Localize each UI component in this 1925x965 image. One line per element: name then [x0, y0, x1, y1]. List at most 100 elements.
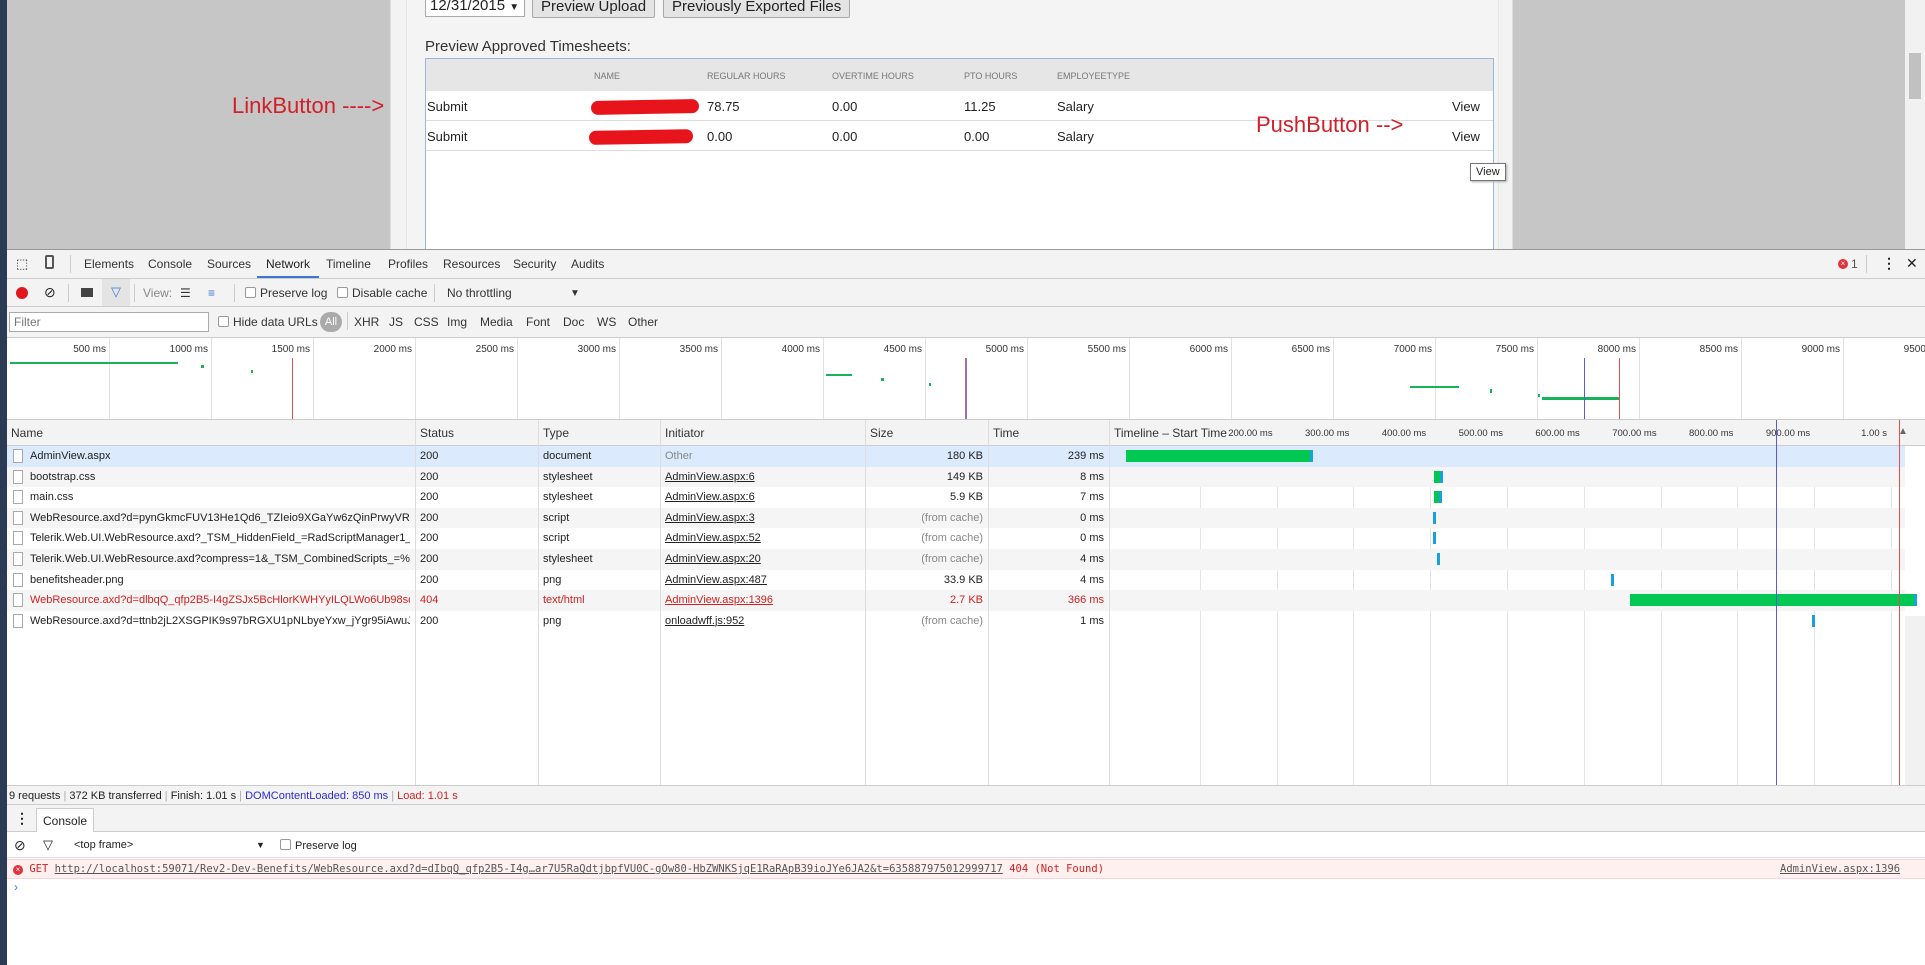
filter-media[interactable]: Media: [480, 315, 513, 329]
overview-gridline: [1435, 338, 1436, 419]
request-row[interactable]: main.css 200 stylesheet AdminView.aspx:6 5.9…: [0, 487, 1905, 508]
more-menu-icon[interactable]: ⋮: [1882, 255, 1896, 272]
request-row[interactable]: Telerik.Web.UI.WebResource.axd?_TSM_Hidd…: [0, 528, 1905, 549]
drawer-tab-console[interactable]: Console: [36, 808, 95, 832]
close-devtools-icon[interactable]: ✕: [1906, 255, 1918, 272]
date-select[interactable]: 12/31/2015 ▼: [425, 0, 525, 17]
capture-screenshots-icon[interactable]: [81, 288, 93, 297]
request-row[interactable]: benefitsheader.png 200 png AdminView.aspx:4…: [0, 570, 1905, 591]
request-type: png: [543, 573, 562, 586]
clear-console-icon[interactable]: ⊘: [14, 837, 26, 854]
timeline-bar-end: [1437, 553, 1441, 565]
request-name: WebResource.axd?d=pynGkmcFUV13He1Qd6_TZI…: [30, 511, 410, 524]
filter-js[interactable]: JS: [389, 315, 403, 329]
large-rows-icon[interactable]: ☰: [180, 286, 191, 300]
request-initiator[interactable]: AdminView.aspx:6: [665, 471, 860, 483]
request-initiator[interactable]: AdminView.aspx:1396: [665, 594, 860, 606]
filter-icon[interactable]: ▽: [102, 279, 130, 306]
overview-icon[interactable]: ≡: [208, 286, 215, 300]
request-initiator[interactable]: AdminView.aspx:487: [665, 574, 860, 586]
tab-network[interactable]: Network: [266, 257, 310, 271]
request-row[interactable]: AdminView.aspx 200 document Other 180 KB 239 …: [0, 446, 1905, 467]
request-row[interactable]: Telerik.Web.UI.WebResource.axd?compress=…: [0, 549, 1905, 570]
console-filter-icon[interactable]: ▽: [43, 837, 53, 853]
throttling-dropdown-icon[interactable]: ▼: [570, 288, 580, 299]
throttling-select[interactable]: No throttling: [447, 286, 577, 300]
preview-upload-button[interactable]: Preview Upload: [532, 0, 656, 18]
tab-resources[interactable]: Resources: [443, 257, 500, 271]
error-count-icon[interactable]: ×: [1838, 259, 1848, 269]
col-size[interactable]: Size: [870, 426, 893, 440]
clear-icon[interactable]: ⊘: [44, 284, 56, 301]
frame-select[interactable]: <top frame>: [74, 839, 133, 851]
request-type: text/html: [543, 594, 585, 607]
tab-sources[interactable]: Sources: [207, 257, 251, 271]
submit-link-button[interactable]: Submit: [427, 99, 467, 114]
request-status: 200: [420, 553, 439, 565]
col-time[interactable]: Time: [993, 426, 1019, 440]
inspect-element-icon[interactable]: ⬚: [16, 256, 28, 272]
filter-other[interactable]: Other: [628, 315, 658, 329]
error-source-link[interactable]: AdminView.aspx:1396: [1780, 863, 1900, 875]
request-initiator[interactable]: AdminView.aspx:52: [665, 532, 860, 544]
request-status: 200: [420, 532, 439, 545]
preserve-log-checkbox[interactable]: Preserve log: [245, 286, 327, 300]
file-icon: [13, 449, 23, 463]
request-row[interactable]: WebResource.axd?d=dlbqQ_qfp2B5-I4gZSJx5B…: [0, 590, 1918, 611]
timeline-bar-end: [1811, 614, 1815, 627]
disable-cache-checkbox[interactable]: Disable cache: [337, 286, 427, 300]
tab-console[interactable]: Console: [148, 257, 192, 271]
console-prompt[interactable]: ›: [14, 880, 18, 894]
tab-elements[interactable]: Elements: [84, 257, 134, 271]
error-count[interactable]: 1: [1851, 257, 1858, 271]
col-type[interactable]: Type: [543, 426, 569, 440]
filter-img[interactable]: Img: [447, 315, 467, 329]
col-initiator[interactable]: Initiator: [665, 426, 704, 440]
request-initiator[interactable]: AdminView.aspx:20: [665, 553, 860, 565]
timeline-tick-label: 700.00 ms: [1612, 428, 1657, 439]
finish-time: Finish: 1.01 s: [170, 790, 237, 802]
request-initiator[interactable]: AdminView.aspx:6: [665, 491, 860, 503]
request-type: script: [543, 532, 570, 545]
page-scrollbar[interactable]: [1905, 0, 1925, 249]
col-status[interactable]: Status: [420, 426, 454, 440]
request-time: 7 ms: [1080, 491, 1104, 504]
col-name[interactable]: Name: [11, 426, 43, 440]
table-scrollbar[interactable]: [1905, 616, 1925, 785]
filter-ws[interactable]: WS: [597, 315, 616, 329]
hide-data-urls-checkbox[interactable]: Hide data URLs: [218, 315, 318, 329]
filter-input[interactable]: [9, 312, 209, 332]
frame-dropdown-icon[interactable]: ▼: [256, 840, 265, 850]
page-scrollbar-thumb[interactable]: [1909, 53, 1921, 99]
pto-hours: 0.00: [964, 129, 990, 144]
tab-audits[interactable]: Audits: [571, 257, 604, 271]
view-push-button[interactable]: View: [1452, 99, 1480, 114]
view-push-button[interactable]: View: [1452, 129, 1480, 144]
previously-exported-files-button[interactable]: Previously Exported Files: [663, 0, 851, 18]
record-icon[interactable]: [16, 287, 28, 299]
error-icon: ×: [13, 865, 23, 875]
request-row[interactable]: bootstrap.css 200 stylesheet AdminView.aspx…: [0, 466, 1905, 488]
submit-link-button[interactable]: Submit: [427, 129, 467, 144]
filter-all[interactable]: All: [320, 312, 342, 332]
network-overview[interactable]: 500 ms 1000 ms 1500 ms 2000 ms 2500 ms 3000 m…: [0, 338, 1925, 420]
request-type: stylesheet: [543, 491, 593, 504]
tab-security[interactable]: Security: [513, 257, 556, 271]
console-preserve-log-checkbox[interactable]: Preserve log: [280, 839, 357, 852]
filter-doc[interactable]: Doc: [563, 315, 584, 329]
filter-xhr[interactable]: XHR: [354, 315, 379, 329]
device-mode-icon[interactable]: [45, 255, 54, 269]
filter-font[interactable]: Font: [526, 315, 550, 329]
filter-css[interactable]: CSS: [414, 315, 439, 329]
overview-gridline: [1333, 338, 1334, 419]
request-initiator[interactable]: onloadwff.js:952: [665, 615, 860, 627]
filter-bar: Hide data URLs All XHR JS CSS Img Media …: [0, 307, 1925, 338]
request-row[interactable]: WebResource.axd?d=ttnb2jL2XSGPIK9s97bRGX…: [0, 611, 1905, 632]
drawer-menu-icon[interactable]: ⋮: [15, 810, 29, 827]
request-initiator[interactable]: AdminView.aspx:3: [665, 512, 860, 524]
request-row[interactable]: WebResource.axd?d=pynGkmcFUV13He1Qd6_TZI…: [0, 507, 1905, 529]
error-url-link[interactable]: http://localhost:59071/Rev2-Dev-Benefits…: [55, 863, 1003, 875]
tab-profiles[interactable]: Profiles: [388, 257, 428, 271]
tab-timeline[interactable]: Timeline: [326, 257, 371, 271]
file-icon: [13, 552, 23, 566]
